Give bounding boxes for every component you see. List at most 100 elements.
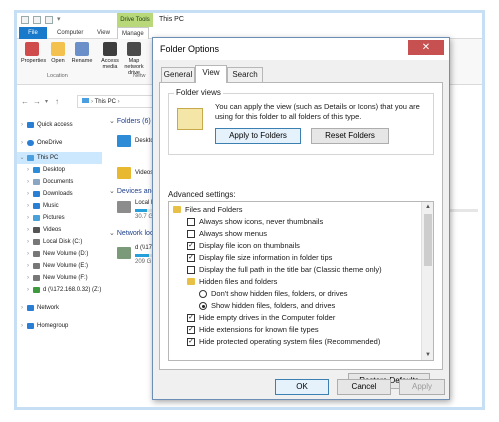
expand-chevron-icon[interactable]: › [25, 188, 31, 200]
list-item[interactable]: Always show icons, never thumbnails [169, 216, 415, 228]
ok-button[interactable]: OK [275, 379, 329, 395]
sidebar-item-local-disk-c[interactable]: › Local Disk (C:) [17, 236, 102, 248]
expand-chevron-icon[interactable]: › [19, 302, 25, 314]
sidebar-item-onedrive[interactable]: › OneDrive [17, 137, 102, 149]
forward-arrow-icon[interactable]: → [33, 97, 41, 106]
breadcrumb[interactable]: This PC [95, 99, 116, 105]
list-item[interactable]: Display the full path in the title bar (… [169, 264, 415, 276]
properties-button[interactable]: Properties [21, 42, 46, 64]
rename-button[interactable]: Rename [71, 42, 93, 64]
videos-folder-label[interactable]: Videos [135, 170, 153, 176]
setting-label[interactable]: Display file size information in folder … [199, 252, 332, 264]
collapse-chevron-icon[interactable]: ⌄ [109, 230, 115, 237]
section-network-locations[interactable]: ⌄ Network loca [109, 229, 157, 237]
reset-folders-button[interactable]: Reset Folders [311, 128, 389, 144]
list-item[interactable]: ✓ Hide protected operating system files … [169, 336, 415, 348]
list-item[interactable]: ✓ Hide extensions for known file types [169, 324, 415, 336]
sidebar-item-new-volume-e[interactable]: › New Volume (E:) [17, 260, 102, 272]
list-item[interactable]: ✓ Display file size information in folde… [169, 252, 415, 264]
sidebar-item-new-volume-d[interactable]: › New Volume (D:) [17, 248, 102, 260]
list-item[interactable]: Always show menus [169, 228, 415, 240]
expand-chevron-icon[interactable]: › [25, 164, 31, 176]
expand-chevron-icon[interactable]: › [25, 212, 31, 224]
videos-folder-icon[interactable] [117, 167, 131, 179]
properties-quick-icon[interactable] [33, 16, 41, 24]
checkbox-checked[interactable]: ✓ [187, 326, 195, 334]
collapse-chevron-icon[interactable]: ⌄ [109, 188, 115, 195]
sidebar-item-pictures[interactable]: › Pictures [17, 212, 102, 224]
setting-label[interactable]: Always show icons, never thumbnails [199, 216, 323, 228]
sidebar-item-new-volume-f[interactable]: › New Volume (F:) [17, 272, 102, 284]
list-item[interactable]: Show hidden files, folders, and drives [169, 300, 415, 312]
tab-file[interactable]: File [19, 27, 47, 39]
section-folders[interactable]: ⌄ Folders (6) [109, 117, 151, 125]
setting-label[interactable]: Don't show hidden files, folders, or dri… [211, 288, 348, 300]
tab-view[interactable]: View [93, 27, 114, 39]
checkbox-checked[interactable]: ✓ [187, 338, 195, 346]
access-media-button[interactable]: Access media [99, 42, 121, 70]
map-network-drive-button[interactable]: Map network drive [123, 42, 145, 76]
sidebar-item-music[interactable]: › Music [17, 200, 102, 212]
expand-chevron-icon[interactable]: › [25, 284, 31, 296]
setting-label[interactable]: Hide protected operating system files (R… [199, 336, 380, 348]
network-drive-label[interactable]: d (\\17 [135, 245, 152, 251]
sidebar-item-quick-access[interactable]: › Quick access [17, 119, 102, 131]
setting-label[interactable]: Show hidden files, folders, and drives [211, 300, 335, 312]
setting-label[interactable]: Display the full path in the title bar (… [199, 264, 382, 276]
open-button[interactable]: Open [47, 42, 69, 64]
setting-label[interactable]: Hide empty drives in the Computer folder [199, 312, 335, 324]
checkbox-checked[interactable]: ✓ [187, 314, 195, 322]
expand-chevron-icon[interactable]: › [19, 320, 25, 332]
expand-chevron-icon[interactable]: › [25, 176, 31, 188]
back-arrow-icon[interactable]: ← [21, 97, 29, 106]
close-icon[interactable]: ✕ [408, 40, 444, 55]
setting-label[interactable]: Always show menus [199, 228, 267, 240]
network-drive-icon[interactable] [117, 247, 131, 259]
radio-button[interactable] [199, 290, 207, 298]
sidebar-item-desktop[interactable]: › Desktop [17, 164, 102, 176]
new-folder-quick-icon[interactable] [45, 16, 53, 24]
expand-chevron-icon[interactable]: › [25, 200, 31, 212]
expand-chevron-icon[interactable]: › [25, 260, 31, 272]
list-item[interactable]: ✓ Hide empty drives in the Computer fold… [169, 312, 415, 324]
expand-chevron-icon[interactable]: › [19, 119, 25, 131]
scroll-up-icon[interactable]: ▲ [422, 202, 433, 212]
cancel-button[interactable]: Cancel [337, 379, 391, 395]
setting-label[interactable]: Display file icon on thumbnails [199, 240, 300, 252]
checkbox-checked[interactable]: ✓ [187, 254, 195, 262]
recent-locations-icon[interactable]: ▾ [45, 98, 48, 105]
section-devices[interactable]: ⌄ Devices and [109, 187, 155, 195]
sidebar-item-this-pc[interactable]: ⌄ This PC [17, 152, 102, 164]
customize-quick-access-icon[interactable]: ▾ [57, 15, 61, 23]
checkbox[interactable] [187, 266, 195, 274]
expand-chevron-icon[interactable]: › [25, 272, 31, 284]
scroll-thumb[interactable] [424, 214, 432, 266]
expand-chevron-icon[interactable]: › [25, 248, 31, 260]
advanced-settings-list[interactable]: Files and Folders Always show icons, nev… [168, 201, 434, 361]
tab-computer[interactable]: Computer [53, 27, 87, 39]
desktop-folder-icon[interactable] [117, 135, 131, 147]
collapse-chevron-icon[interactable]: ⌄ [109, 118, 115, 125]
setting-label[interactable]: Hide extensions for known file types [199, 324, 319, 336]
radio-button-selected[interactable] [199, 302, 207, 310]
expand-chevron-icon[interactable]: › [25, 224, 31, 236]
tab-view[interactable]: View [195, 65, 227, 83]
sidebar-item-documents[interactable]: › Documents [17, 176, 102, 188]
checkbox[interactable] [187, 218, 195, 226]
checkbox-checked[interactable]: ✓ [187, 242, 195, 250]
expand-chevron-icon[interactable]: › [25, 236, 31, 248]
tab-search[interactable]: Search [227, 67, 263, 82]
expand-chevron-icon[interactable]: › [19, 137, 25, 149]
up-arrow-icon[interactable]: ↑ [55, 97, 59, 106]
scroll-down-icon[interactable]: ▼ [422, 350, 433, 360]
sidebar-item-network[interactable]: › Network [17, 302, 102, 314]
apply-to-folders-button[interactable]: Apply to Folders [215, 128, 301, 144]
list-item[interactable]: Don't show hidden files, folders, or dri… [169, 288, 415, 300]
desktop-folder-label[interactable]: Deskto [135, 138, 154, 144]
scrollbar[interactable]: ▲ ▼ [421, 202, 433, 360]
tab-general[interactable]: General [161, 67, 195, 82]
tab-manage[interactable]: Manage [117, 27, 149, 39]
sidebar-item-network-drive-z[interactable]: › d (\\172.168.0.32) (Z:) [17, 284, 102, 296]
list-item[interactable]: ✓ Display file icon on thumbnails [169, 240, 415, 252]
collapse-chevron-icon[interactable]: ⌄ [19, 152, 25, 164]
